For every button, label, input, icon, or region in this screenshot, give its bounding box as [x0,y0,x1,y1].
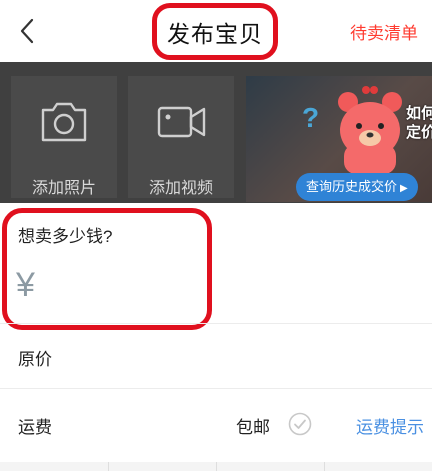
divider [108,462,109,471]
bear-mascot-icon [338,86,402,174]
add-video-button[interactable]: 添加视频 [128,76,234,198]
back-button[interactable] [14,14,42,48]
add-photo-button[interactable]: 添加照片 [11,76,117,198]
pending-list-link[interactable]: 待卖清单 [350,19,418,44]
add-video-label: 添加视频 [148,180,213,197]
pricing-banner[interactable]: ? 如何 定价? 查询历史成交价▶ [246,76,432,202]
free-shipping-label: 包邮 [236,418,270,437]
question-mark-icon: ? [302,102,320,133]
price-question: 想卖多少钱? [18,227,113,246]
title-highlight: 发布宝贝 [152,3,278,60]
price-input[interactable]: ¥ [16,266,35,305]
triangle-right-icon: ▶ [400,183,408,194]
divider [0,388,432,389]
query-history-price-button[interactable]: 查询历史成交价 ▶ [296,173,418,201]
divider [216,462,217,471]
video-camera-icon [157,106,206,138]
camera-icon [41,102,87,142]
shipping-tips-link[interactable]: 运费提示 [356,413,424,438]
check-circle-icon[interactable] [288,412,312,436]
header-bar: 发布宝贝 待卖清单 [0,0,432,62]
add-photo-label: 添加照片 [31,180,96,197]
divider [324,462,325,471]
shipping-label: 运费 [18,418,52,437]
banner-question-text: 如何 定价? [406,105,432,141]
chevron-left-icon [20,18,34,44]
page-title: 发布宝贝 [167,20,263,47]
divider [0,323,432,324]
media-section: 添加照片 添加视频 ? 如何 定价? 查询历史成交价▶ [0,62,432,203]
query-history-price-label: 查询历史成交价 [306,179,398,194]
original-price-row[interactable]: 原价 [18,345,52,370]
